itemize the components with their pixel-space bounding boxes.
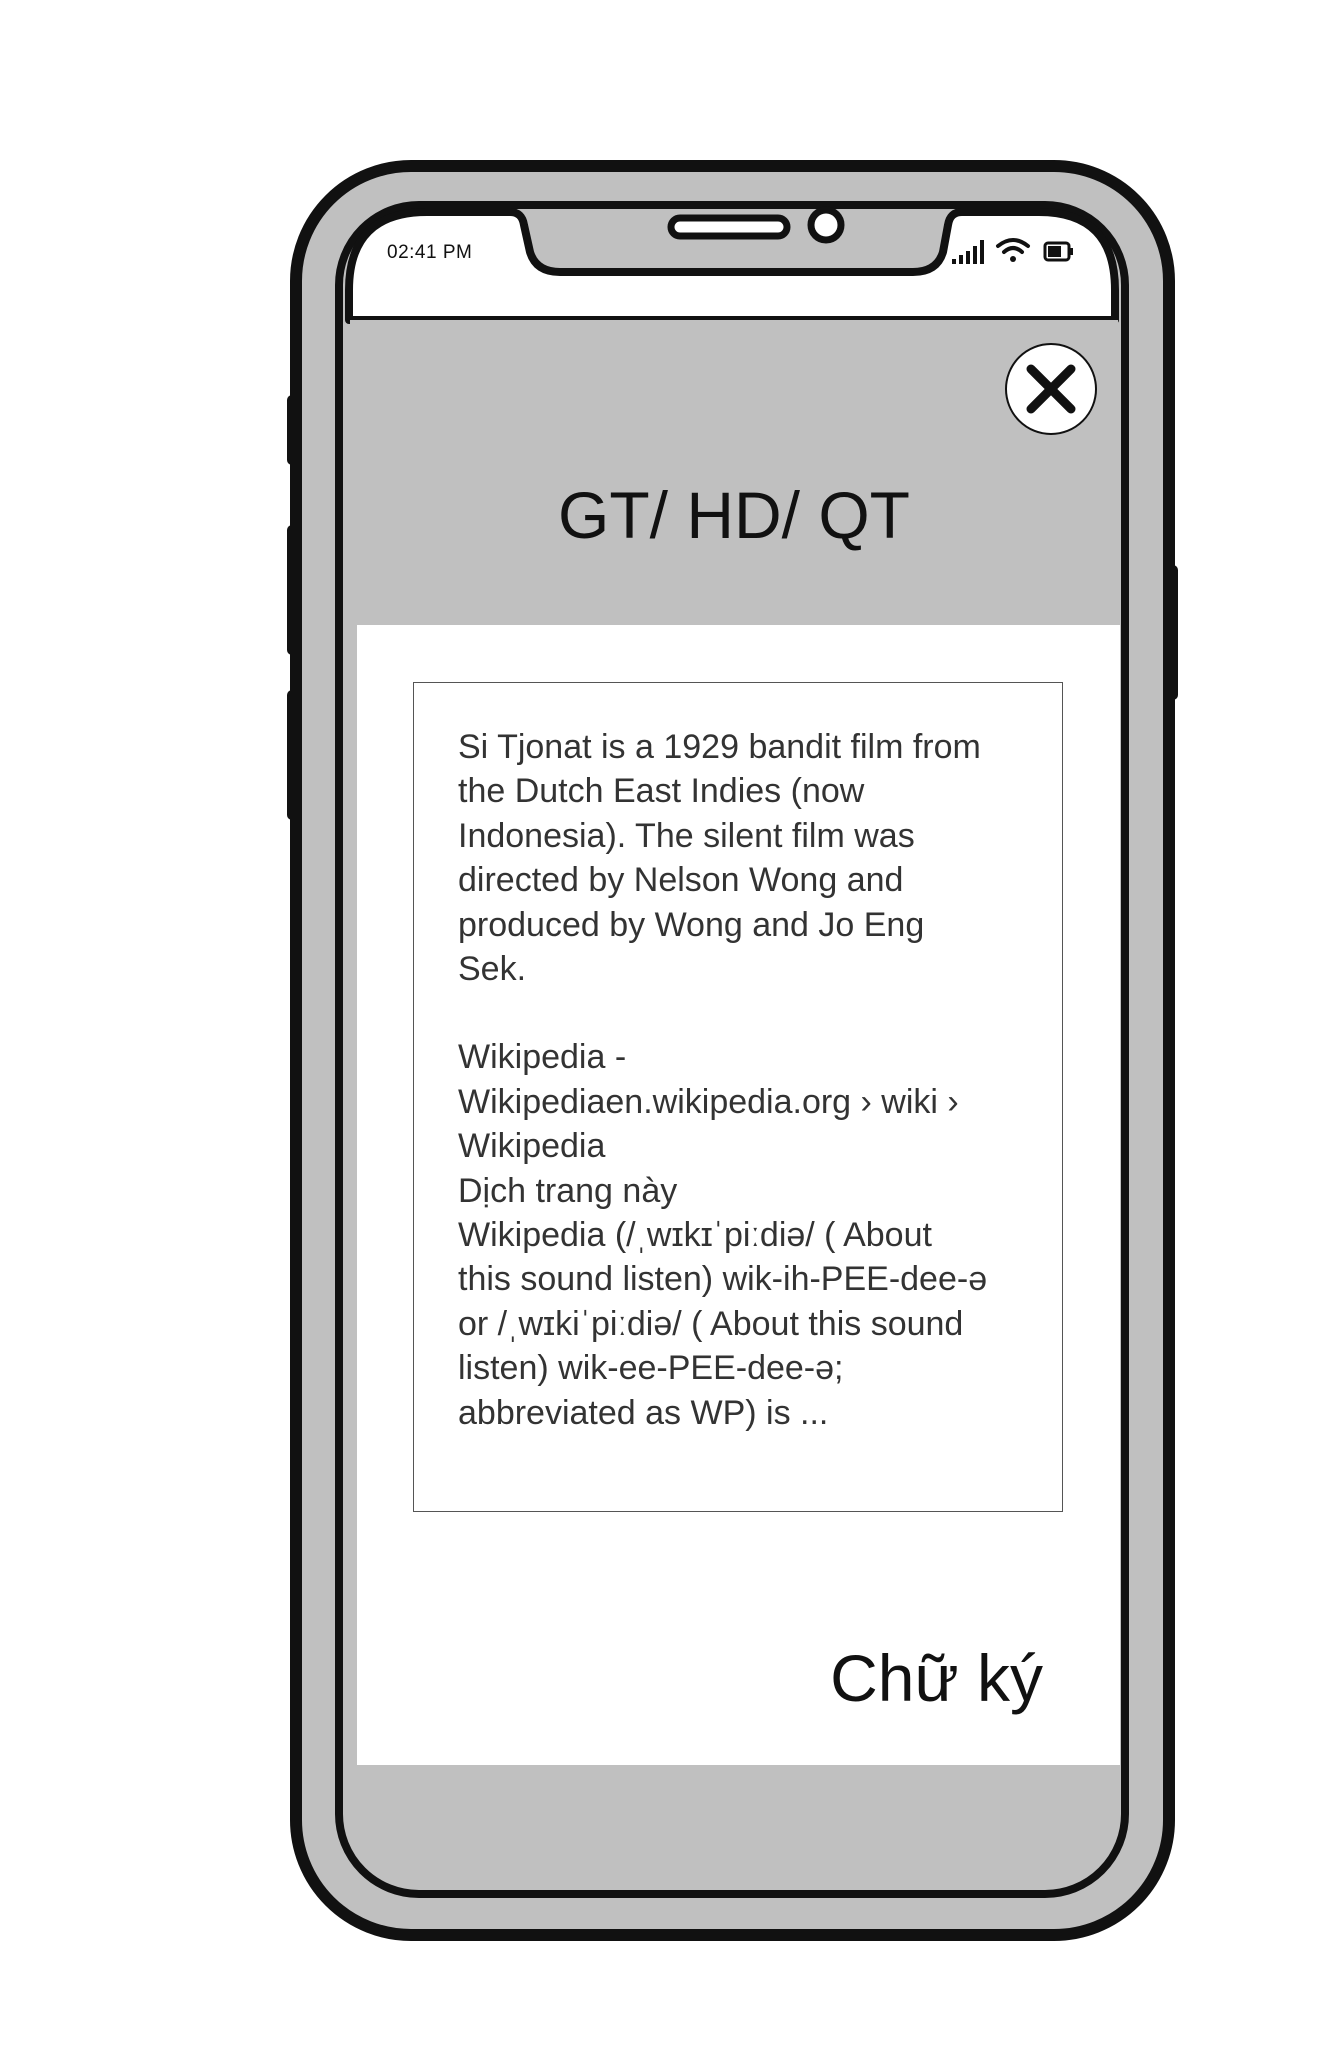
close-button[interactable] <box>1005 343 1097 435</box>
wikipedia-paragraph: Wikipedia - Wikipediaen.wikipedia.org › … <box>458 1038 988 1432</box>
camera <box>807 206 845 244</box>
text-body: Si Tjonat is a 1929 bandit film from the… <box>458 725 1058 1435</box>
status-time: 02:41 PM <box>387 242 473 263</box>
page-title: GT/ HD/ QT <box>558 478 910 552</box>
intro-paragraph: Si Tjonat is a 1929 bandit film from the… <box>458 728 981 989</box>
modal-header: GT/ HD/ QT <box>350 320 1118 625</box>
text-box[interactable]: Si Tjonat is a 1929 bandit film from the… <box>413 682 1063 1512</box>
modal-content: Si Tjonat is a 1929 bandit film from the… <box>357 625 1120 1765</box>
battery-icon <box>1043 241 1073 262</box>
signature-label: Chữ ký <box>830 1641 1043 1715</box>
speaker <box>667 214 791 240</box>
close-icon <box>1026 364 1076 414</box>
